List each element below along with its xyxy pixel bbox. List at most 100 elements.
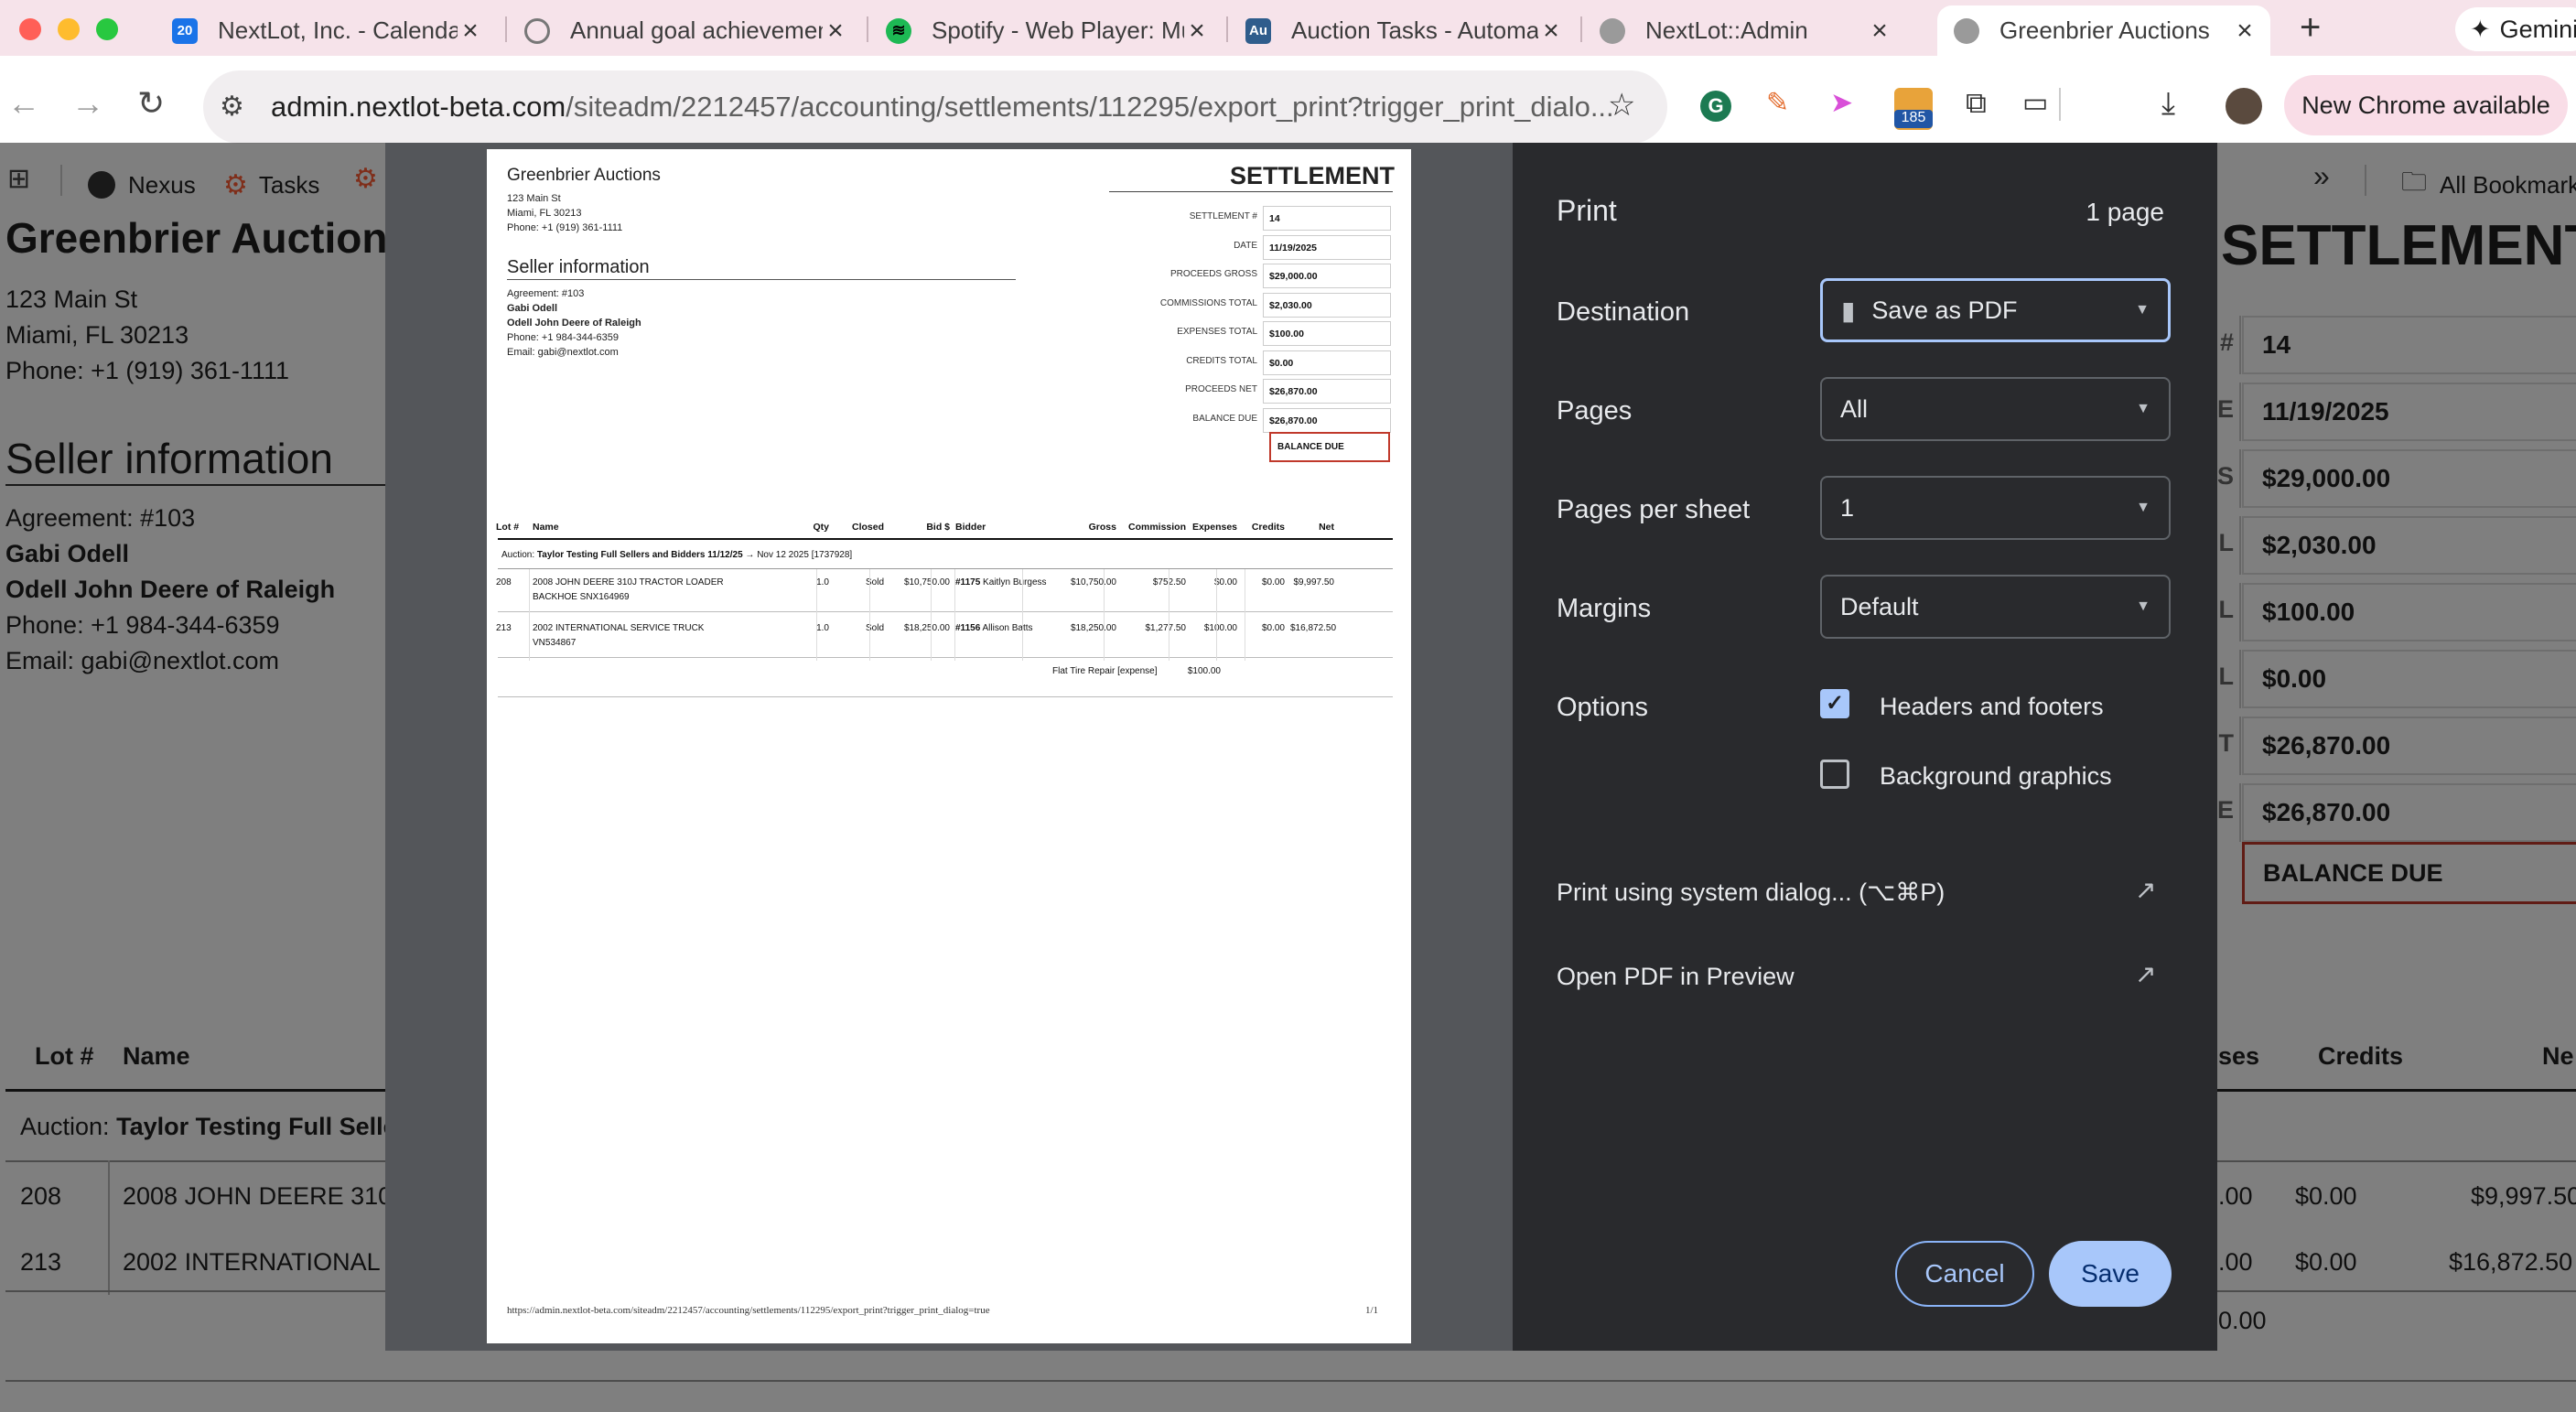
gemini-label: Gemini	[2499, 15, 2576, 43]
extension-badge-icon[interactable]: 185	[1894, 88, 1933, 130]
open-pdf-preview-link[interactable]: Open PDF in Preview	[1557, 963, 1795, 991]
summary-label: CREDITS TOTAL	[1186, 355, 1257, 366]
gemini-button[interactable]: ✦ Gemini	[2455, 7, 2576, 51]
table-column-header: Lot #	[496, 522, 520, 533]
close-tab-icon[interactable]: ×	[1867, 16, 1892, 47]
tab-title: Annual goal achievement	[570, 16, 823, 44]
summary-label: SETTLEMENT #	[1189, 211, 1257, 221]
checkmark-icon: ✓	[1825, 691, 1845, 716]
row-divider	[498, 611, 1393, 612]
calendar-icon: 20	[172, 17, 198, 44]
tab-divider	[1580, 16, 1582, 42]
table-cell-name: BACKHOE SNX164969	[533, 592, 630, 602]
summary-label: PROCEEDS GROSS	[1169, 269, 1257, 279]
headers-footers-label[interactable]: Headers and footers	[1880, 693, 2104, 721]
pages-select[interactable]: All ▼	[1820, 377, 2171, 441]
close-tab-icon[interactable]: ×	[2232, 16, 2258, 47]
background-graphics-label[interactable]: Background graphics	[1880, 762, 2112, 791]
table-cell-bidder: #1175 Kaitlyn Burgess	[955, 577, 1047, 587]
table-cell-credits: $0.00	[1261, 577, 1285, 587]
new-tab-button[interactable]: +	[2300, 7, 2321, 49]
summary-label: COMMISSIONS TOTAL	[1159, 297, 1257, 308]
tab-greenbrier-auctions[interactable]: Greenbrier Auctions ×	[1937, 5, 2270, 56]
summary-value: $2,030.00	[1263, 292, 1391, 318]
cast-icon[interactable]: ▭	[2022, 87, 2048, 119]
sheet-seller-name: Gabi Odell	[507, 303, 558, 314]
pen-extension-icon[interactable]: ✎	[1766, 87, 1789, 119]
pages-per-sheet-label: Pages per sheet	[1557, 495, 1751, 524]
table-cell-net: $16,872.50	[1290, 623, 1337, 633]
tab-calendar[interactable]: 20 NextLot, Inc. - Calendar ×	[156, 5, 496, 56]
table-cell-net: $9,997.50	[1293, 577, 1335, 587]
globe-icon	[1600, 17, 1625, 44]
table-cell-qty: 1.0	[816, 623, 829, 633]
pages-per-sheet-select[interactable]: 1 ▼	[1820, 476, 2171, 540]
chevron-down-icon: ▼	[2136, 598, 2150, 614]
margins-label: Margins	[1557, 594, 1652, 623]
background-graphics-checkbox[interactable]	[1820, 760, 1849, 789]
open-external-icon[interactable]: ↗	[2135, 875, 2156, 905]
minimize-window-button[interactable]	[58, 18, 80, 40]
back-icon[interactable]: ←	[7, 84, 40, 123]
table-cell-name: VN534867	[533, 638, 577, 648]
extensions-puzzle-icon[interactable]: ⧉	[1966, 86, 1987, 121]
chevron-down-icon: ▼	[2136, 500, 2150, 515]
summary-label: PROCEEDS NET	[1185, 384, 1257, 394]
maximize-window-button[interactable]	[96, 18, 118, 40]
tab-annual-goal[interactable]: Annual goal achievement ×	[508, 5, 861, 56]
chevron-down-icon: ▼	[2136, 401, 2150, 416]
expense-value: $100.00	[1187, 666, 1221, 676]
table-cell-bidder: #1156 Allison Batts	[955, 623, 1033, 633]
close-tab-icon[interactable]: ×	[823, 16, 848, 47]
url-text[interactable]: admin.nextlot-beta.com/siteadm/2212457/a…	[271, 91, 1614, 124]
forward-icon[interactable]: →	[71, 84, 104, 123]
tab-auction-tasks[interactable]: Au Auction Tasks - Automation ×	[1229, 5, 1577, 56]
close-tab-icon[interactable]: ×	[458, 16, 483, 47]
table-cell-gross: $18,250.00	[1070, 623, 1116, 633]
table-cell-name: 2008 JOHN DEERE 310J TRACTOR LOADER	[533, 577, 724, 587]
column-divider	[931, 569, 932, 661]
tab-title: NextLot::Admin	[1645, 16, 1808, 44]
auction-row: Auction: Taylor Testing Full Sellers and…	[501, 550, 853, 560]
download-icon[interactable]: ⤓	[2161, 86, 2175, 122]
close-tab-icon[interactable]: ×	[1184, 16, 1210, 47]
tab-title: Spotify - Web Player: Music	[932, 16, 1184, 44]
sheet-seller-company: Odell John Deere of Raleigh	[507, 318, 641, 329]
site-info-icon[interactable]: ⚙	[220, 91, 244, 123]
row-divider	[498, 696, 1393, 697]
summary-value: $29,000.00	[1263, 264, 1391, 288]
table-column-header: Gross	[1088, 522, 1116, 533]
summary-value: $100.00	[1263, 321, 1391, 346]
margins-select[interactable]: Default ▼	[1820, 575, 2171, 639]
table-cell-lot: 213	[496, 623, 512, 633]
extension-badge-count: 185	[1894, 110, 1933, 128]
grammarly-icon[interactable]: G	[1700, 91, 1731, 122]
close-window-button[interactable]	[19, 18, 41, 40]
save-button[interactable]: Save	[2049, 1241, 2172, 1307]
close-tab-icon[interactable]: ×	[1538, 16, 1564, 47]
expense-label: Flat Tire Repair [expense]	[1052, 666, 1158, 676]
table-cell-expenses: $100.00	[1203, 623, 1237, 633]
cancel-button[interactable]: Cancel	[1895, 1241, 2034, 1307]
reload-icon[interactable]: ↻	[137, 84, 165, 123]
spotify-icon: ≋	[886, 17, 911, 44]
sheet-footer-page: 1/1	[1365, 1305, 1379, 1316]
open-external-icon[interactable]: ↗	[2135, 959, 2156, 989]
avatar[interactable]	[2226, 88, 2262, 124]
destination-select[interactable]: ▮ Save as PDF ▼	[1820, 278, 2171, 342]
arrow-extension-icon[interactable]: ➤	[1830, 87, 1853, 119]
bookmark-star-icon[interactable]: ☆	[1608, 87, 1635, 124]
tab-divider	[505, 16, 507, 42]
headers-footers-checkbox[interactable]: ✓	[1820, 689, 1849, 718]
tab-nextlot-admin[interactable]: NextLot::Admin ×	[1583, 5, 1905, 56]
table-cell-name: 2002 INTERNATIONAL SERVICE TRUCK	[533, 623, 705, 633]
print-title: Print	[1557, 194, 1617, 227]
table-header-rule	[498, 538, 1393, 540]
new-chrome-available-button[interactable]: New Chrome available	[2284, 75, 2568, 135]
system-dialog-link[interactable]: Print using system dialog... (⌥⌘P)	[1557, 878, 1945, 907]
tab-spotify[interactable]: ≋ Spotify - Web Player: Music ×	[869, 5, 1223, 56]
column-divider	[529, 569, 530, 661]
sheet-balance-due-badge: BALANCE DUE	[1269, 432, 1390, 462]
preview-sheet: Greenbrier Auctions 123 Main St Miami, F…	[487, 149, 1411, 1343]
column-divider	[1022, 569, 1023, 661]
